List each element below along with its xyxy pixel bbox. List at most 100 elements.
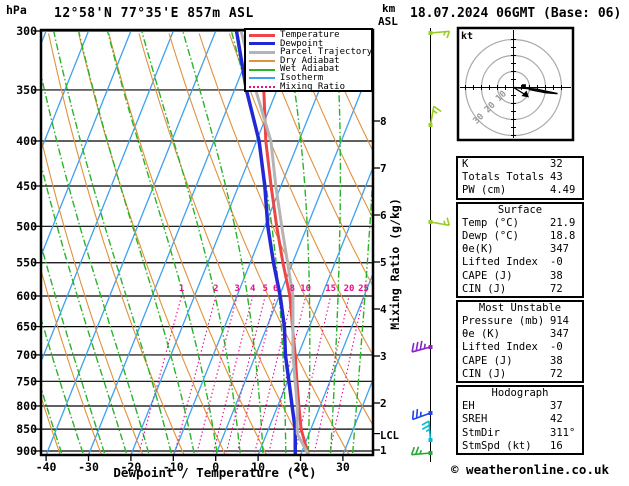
mixing-ratio-label: 25 — [358, 284, 369, 294]
mixing-ratio-label: 4 — [250, 284, 256, 294]
hodograph-table-header: Hodograph — [491, 387, 549, 399]
wet-adiabat-line — [52, 30, 172, 454]
wind-barb — [411, 340, 433, 353]
table-row: SREH 42 — [458, 413, 582, 426]
wind-station-marker — [428, 31, 433, 35]
stat-label: Dewp (°C) — [462, 229, 519, 242]
stat-value: 38 — [550, 354, 563, 367]
wind-barb-feather — [411, 342, 415, 353]
stat-label: StmDir — [462, 426, 500, 439]
table-row: K 32 — [458, 158, 582, 171]
pressure-tick-label: 400 — [16, 134, 37, 148]
wind-station-marker — [428, 451, 433, 455]
table-row: CIN (J) 72 — [458, 283, 582, 296]
km-tick-label: 1 — [380, 444, 387, 457]
altitude-axis-unit-asl: ASL — [378, 15, 398, 28]
stat-label: θe (K) — [462, 328, 500, 341]
pressure-tick-label: 800 — [16, 399, 37, 413]
legend-line-swatch — [249, 85, 275, 88]
wind-barb-feather — [433, 105, 442, 113]
hodograph-table: Hodograph EH 37 SREH 42 StmDir 311° StmS… — [456, 385, 584, 455]
table-row: Totals Totals 43 — [458, 171, 582, 184]
stats-panel: K 32 Totals Totals 43 PW (cm) 4.49 Surfa… — [456, 156, 584, 457]
wind-barb-feather — [415, 341, 419, 351]
stat-label: Pressure (mb) — [462, 315, 545, 328]
wind-barb-feather — [410, 446, 416, 455]
stat-value: 21.9 — [550, 216, 576, 229]
stat-value: 18.8 — [550, 229, 576, 242]
legend-line-swatch — [249, 68, 275, 71]
stat-value: 311° — [550, 426, 576, 439]
stat-value: 43 — [550, 171, 563, 184]
legend-line-swatch — [249, 77, 275, 80]
wind-barb-feather — [443, 220, 446, 225]
surface-table: Surface Temp (°C) 21.9 Dewp (°C) 18.8 θe… — [456, 201, 584, 298]
stat-value: 38 — [550, 269, 563, 282]
table-row: Temp (°C) 21.9 — [458, 217, 582, 230]
wet-adiabat-line — [77, 30, 195, 454]
mixing-ratio-label: 3 — [234, 284, 239, 294]
legend-entry-label: Mixing Ratio — [280, 81, 346, 92]
stat-label: CAPE (J) — [462, 354, 513, 367]
legend-line-swatch — [249, 60, 275, 63]
stat-label: θe(K) — [462, 243, 494, 256]
pressure-tick-label: 750 — [16, 374, 37, 388]
km-tick-label: 7 — [380, 162, 387, 175]
table-row: Dewp (°C) 18.8 — [458, 230, 582, 243]
stat-value: 42 — [550, 413, 563, 426]
wind-barb — [411, 409, 433, 421]
page-title: 12°58'N 77°35'E 857m ASL — [54, 6, 254, 21]
wind-barb-feather — [423, 343, 426, 349]
legend: Temperature Dewpoint Parcel Trajectory D… — [244, 28, 373, 92]
mixing-ratio-label: 8 — [290, 284, 295, 294]
km-tick-label: 6 — [380, 209, 387, 222]
most-unstable-table: Most Unstable Pressure (mb) 914 θe (K) 3… — [456, 299, 584, 383]
stat-label: Temp (°C) — [462, 216, 519, 229]
stat-value: 347 — [550, 328, 569, 341]
legend-line-swatch — [249, 50, 275, 54]
wind-barb — [428, 30, 451, 39]
mixing-ratio-line — [313, 295, 350, 455]
dry-adiabat-line — [78, 33, 226, 455]
wind-barb-feather — [446, 217, 450, 226]
datetime-label: 18.07.2024 06GMT (Base: 06) — [410, 6, 622, 21]
mixing-ratio-label: 20 — [344, 284, 355, 294]
legend-line-swatch — [249, 33, 275, 37]
plot-border — [39, 28, 375, 457]
km-tick-label: 3 — [380, 350, 387, 363]
hodograph-unit-label: kt — [461, 31, 474, 42]
stat-label: CAPE (J) — [462, 269, 513, 282]
pressure-tick-label: 850 — [16, 422, 37, 436]
sounding-page: 300 350 400 450 500 550 600 650 700 750 800 850 900 -… — [0, 0, 629, 486]
pressure-axis-unit: hPa — [6, 3, 27, 17]
table-row: EH 37 — [458, 400, 582, 413]
km-tick-label: 5 — [380, 256, 387, 269]
pressure-tick-label: 650 — [16, 320, 37, 334]
stat-label: StmSpd (kt) — [462, 439, 532, 452]
lcl-label: LCL — [380, 430, 399, 442]
wind-station-marker — [428, 345, 433, 349]
x-axis-label: Dewpoint / Temperature (°C) — [113, 465, 317, 480]
table-row: CAPE (J) 38 — [458, 270, 582, 283]
dry-adiabat-line — [108, 33, 268, 455]
wind-station-marker — [428, 220, 433, 224]
mixing-ratio-label: 2 — [213, 284, 218, 294]
legend-line-swatch — [249, 42, 275, 46]
isotherm-line — [41, 30, 90, 152]
mixing-ratio-line — [137, 295, 183, 455]
stat-value: 72 — [550, 282, 563, 295]
stat-label: K — [462, 158, 469, 170]
copyright-label: © weatheronline.co.uk — [451, 462, 610, 477]
most-unstable-table-header: Most Unstable — [478, 301, 562, 314]
stat-label: Lifted Index — [462, 341, 538, 354]
mixing-ratio-label: 1 — [179, 284, 184, 294]
pressure-tick-label: 450 — [16, 179, 37, 193]
mixing-ratio-label: 15 — [325, 284, 336, 294]
altitude-axis-unit-km: km — [382, 2, 396, 15]
legend-entry: Mixing Ratio — [249, 81, 371, 92]
km-tick-label: 8 — [380, 115, 387, 128]
stat-label: Lifted Index — [462, 256, 538, 269]
table-row: θe (K) 347 — [458, 328, 582, 341]
mixing-ratio-line — [173, 295, 217, 455]
mixing-ratio-axis-label: Mixing Ratio (g/kg) — [388, 198, 402, 330]
